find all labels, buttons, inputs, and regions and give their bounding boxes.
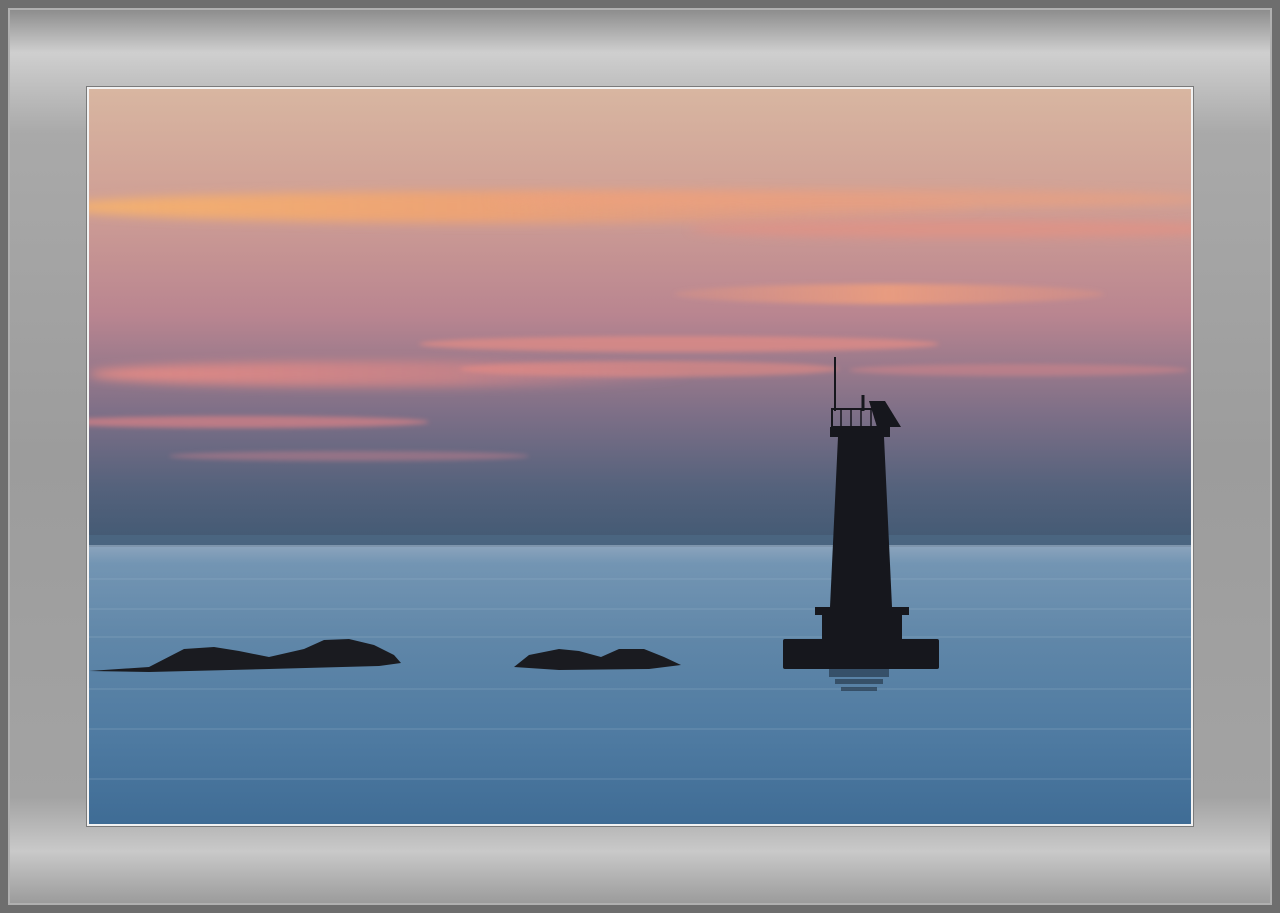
sunset-seascape: [89, 89, 1191, 824]
photo: [87, 87, 1193, 826]
sky: [89, 89, 1191, 541]
sea: [89, 547, 1191, 824]
